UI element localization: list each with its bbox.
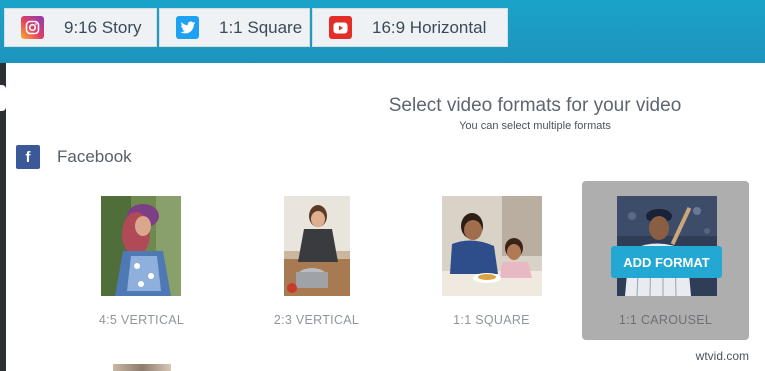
twitter-icon [176, 16, 199, 39]
card-caption: 2:3 VERTICAL [273, 313, 360, 327]
tab-square-label: 1:1 Square [219, 17, 303, 37]
format-card-4-5-vertical[interactable]: 4:5 VERTICAL [58, 181, 225, 340]
page-title: Select video formats for your video [388, 95, 682, 116]
format-card-1-1-square[interactable]: 1:1 SQUARE [408, 181, 575, 340]
tab-story[interactable]: 9:16 Story [4, 8, 157, 47]
format-card-2-3-vertical[interactable]: 2:3 VERTICAL [233, 181, 400, 340]
left-rail [0, 63, 6, 371]
tab-story-label: 9:16 Story [64, 17, 142, 37]
thumbnail-image [442, 196, 542, 296]
watermark: wtvid.com [695, 349, 749, 363]
facebook-icon: f [16, 145, 40, 169]
card-caption: 1:1 CAROUSEL [618, 313, 713, 327]
section-label: Facebook [57, 147, 132, 166]
tab-horizontal[interactable]: 16:9 Horizontal [312, 8, 508, 47]
next-row-thumbnail[interactable] [113, 364, 171, 371]
youtube-icon [329, 16, 352, 39]
top-bar: 9:16 Story 1:1 Square 16:9 Horizontal [0, 0, 765, 63]
rail-notch [0, 85, 6, 111]
tab-square[interactable]: 1:1 Square [159, 8, 310, 47]
card-caption: 4:5 VERTICAL [98, 313, 185, 327]
thumbnail-image [101, 196, 181, 296]
card-caption: 1:1 SQUARE [453, 313, 530, 327]
format-card-1-1-carousel[interactable]: ADD FORMAT 1:1 CAROUSEL [582, 181, 749, 340]
thumbnail-image [284, 196, 350, 296]
tab-horizontal-label: 16:9 Horizontal [372, 17, 487, 37]
add-format-button[interactable]: ADD FORMAT [611, 246, 722, 278]
page-subtitle: You can select multiple formats [459, 120, 611, 132]
instagram-icon [21, 16, 44, 39]
